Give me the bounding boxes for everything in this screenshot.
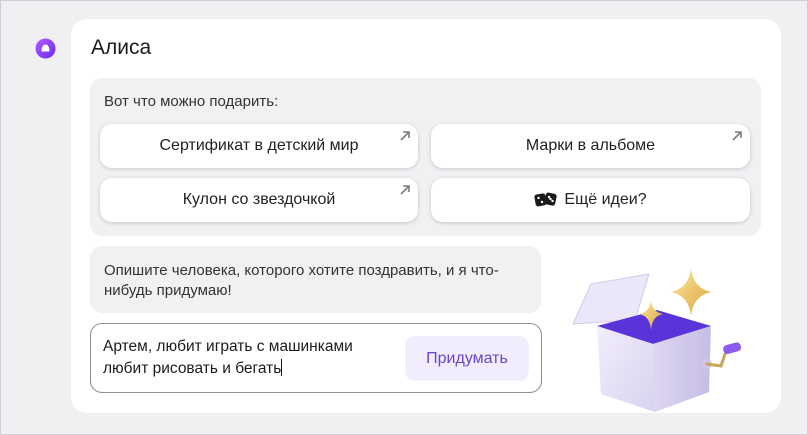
suggestion-button-more-ideas[interactable]: Ещё идеи? — [431, 178, 750, 222]
app-window: Алиса Вот что можно подарить: Сертификат… — [0, 0, 808, 435]
suggestion-button-certificate[interactable]: Сертификат в детский мир — [100, 124, 418, 168]
input-line-1: Артем, любит играть с машинками — [103, 338, 353, 355]
submit-button[interactable]: Придумать — [405, 336, 529, 381]
assistant-name: Алиса — [91, 36, 152, 59]
text-caret — [281, 359, 283, 376]
assistant-message-text: Опишите человека, которого хотите поздра… — [104, 262, 499, 299]
suggestions-intro: Вот что можно подарить: — [104, 93, 279, 110]
dice-icon — [534, 192, 558, 207]
description-input[interactable]: Артем, любит играть с машинками любит ри… — [90, 323, 542, 393]
assistant-message: Опишите человека, которого хотите поздра… — [90, 246, 541, 313]
suggestion-button-stamps[interactable]: Марки в альбоме — [431, 124, 750, 168]
input-line-2: любит рисовать и бегать — [103, 360, 282, 377]
suggestions-panel: Вот что можно подарить: Сертификат в дет… — [90, 78, 761, 236]
suggestion-label: Марки в альбоме — [525, 137, 656, 154]
music-box-illustration — [572, 268, 742, 412]
arrow-up-right-icon — [400, 185, 410, 195]
suggestion-label: Кулон со звездочкой — [182, 191, 336, 208]
suggestion-button-pendant[interactable]: Кулон со звездочкой — [100, 178, 418, 222]
arrow-up-right-icon — [400, 131, 410, 141]
suggestion-label: Ещё идеи? — [564, 191, 647, 208]
arrow-up-right-icon — [732, 131, 742, 141]
description-input-value[interactable]: Артем, любит играть с машинками любит ри… — [103, 336, 393, 380]
assistant-card: Алиса Вот что можно подарить: Сертификат… — [71, 19, 781, 413]
alice-logo-icon — [35, 38, 56, 59]
suggestion-label: Сертификат в детский мир — [159, 137, 359, 154]
